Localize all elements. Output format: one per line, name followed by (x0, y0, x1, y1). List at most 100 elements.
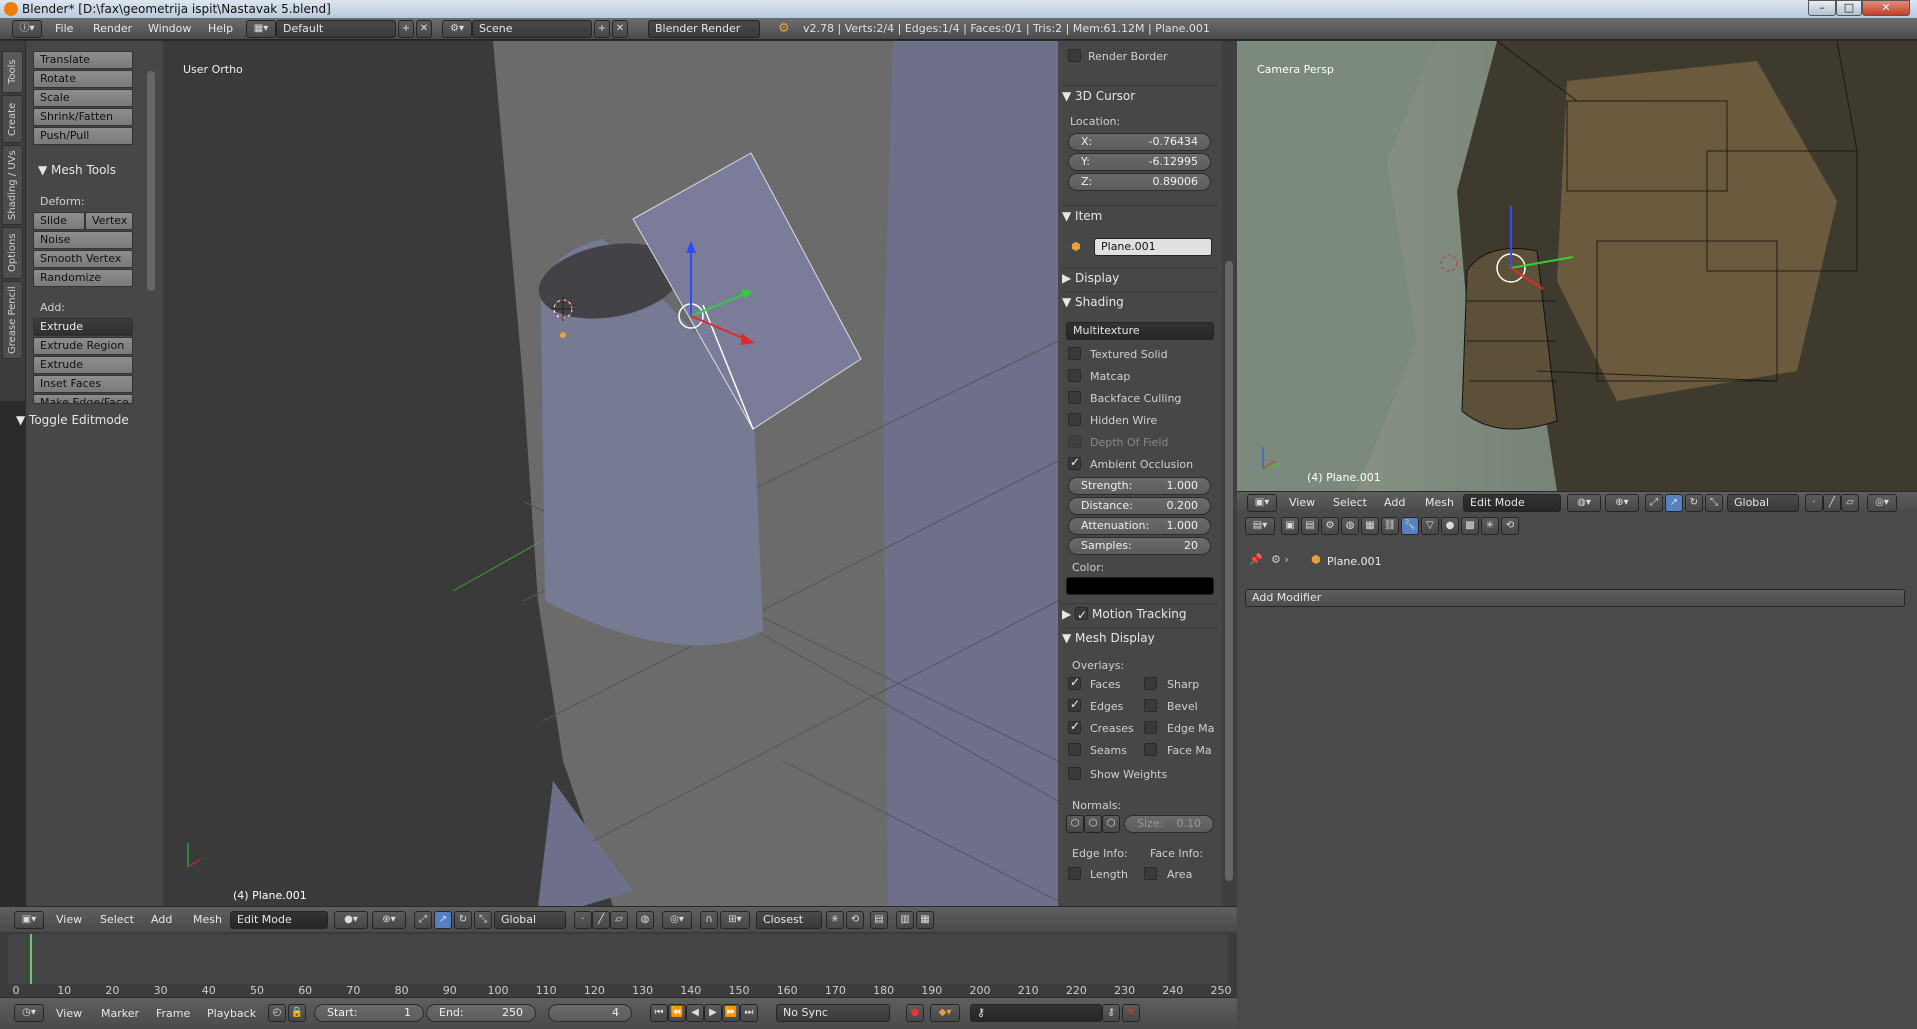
shading-mode-select[interactable]: Multitexture (1066, 322, 1214, 340)
push-pull-button[interactable]: Push/Pull (33, 127, 133, 145)
textured-solid-checkbox[interactable] (1068, 347, 1081, 360)
minimize-button[interactable]: – (1808, 0, 1836, 16)
render-layers-tab-icon[interactable]: ▤ (1301, 517, 1319, 535)
matcap-checkbox[interactable] (1068, 369, 1081, 382)
start-frame-field[interactable]: Start: 1 (314, 1004, 424, 1022)
ao-attenuation-field[interactable]: Attenuation: 1.000 (1068, 517, 1211, 535)
scale-manipulator-icon[interactable]: ⤡ (474, 911, 492, 929)
face-normals-icon[interactable]: ⬡ (1102, 815, 1120, 833)
menu-render[interactable]: Render (93, 22, 132, 35)
camera-rotate-icon[interactable]: ↻ (1685, 494, 1703, 512)
viewport-shading-icon[interactable]: ●▾ (334, 911, 368, 929)
item-name-field[interactable]: Plane.001 (1094, 238, 1212, 256)
render-border-checkbox[interactable] (1068, 49, 1081, 62)
menu-help[interactable]: Help (208, 22, 233, 35)
jump-start-icon[interactable]: ⏮ (650, 1004, 668, 1022)
view-menu[interactable]: View (56, 913, 82, 926)
texture-tab-icon[interactable]: ▩ (1461, 517, 1479, 535)
tab-tools[interactable]: Tools (2, 51, 23, 93)
timeline-area[interactable]: 0 10 20 30 40 50 60 70 80 90 100 110 120 130 140 150 160… (0, 932, 1237, 997)
camera-proportional-icon[interactable]: ◎▾ (1867, 494, 1897, 512)
timeline-frame-menu[interactable]: Frame (156, 1007, 190, 1020)
editor-type-icon[interactable]: ⓘ▾ (12, 20, 42, 38)
timeline-editor-icon[interactable]: ◷▾ (14, 1004, 44, 1022)
add-modifier-select[interactable]: Add Modifier (1245, 589, 1905, 607)
length-checkbox[interactable] (1068, 867, 1081, 880)
timeline-view-menu[interactable]: View (56, 1007, 82, 1020)
data-tab-icon[interactable]: ▽ (1421, 517, 1439, 535)
ao-distance-field[interactable]: Distance: 0.200 (1068, 497, 1211, 515)
vertex-normals-icon[interactable]: ⬡ (1066, 815, 1084, 833)
material-tab-icon[interactable]: ● (1441, 517, 1459, 535)
tab-shading-uvs[interactable]: Shading / UVs (2, 145, 23, 225)
timeline-playback-menu[interactable]: Playback (207, 1007, 256, 1020)
camera-translate-icon[interactable]: ↗ (1665, 494, 1683, 512)
creases-checkbox[interactable] (1068, 719, 1081, 734)
limit-selection-icon[interactable]: ◍ (636, 911, 654, 929)
item-header[interactable]: ▼ Item (1062, 205, 1218, 225)
cursor-y-field[interactable]: Y: -6.12995 (1068, 153, 1211, 171)
close-button[interactable]: ✕ (1862, 0, 1910, 16)
scene-icon[interactable]: ⚙▾ (442, 20, 472, 38)
render-preview-icon[interactable]: ▤ (870, 911, 888, 929)
cursor-x-field[interactable]: X: -0.76434 (1068, 133, 1211, 151)
rotate-button[interactable]: Rotate (33, 70, 133, 88)
camera-view-menu[interactable]: View (1289, 496, 1315, 509)
seams-checkbox[interactable] (1068, 743, 1081, 756)
camera-scale-icon[interactable]: ⤡ (1705, 494, 1723, 512)
play-reverse-icon[interactable]: ◀ (686, 1004, 704, 1022)
preview-range-icon[interactable]: ◴ (268, 1004, 286, 1022)
snap-toggle-icon[interactable]: ∩ (700, 911, 718, 929)
select-menu[interactable]: Select (100, 913, 134, 926)
faces-checkbox[interactable] (1068, 675, 1081, 690)
motion-tracking-header[interactable]: ▶ Motion Tracking (1062, 603, 1218, 625)
toggle-editmode-header[interactable]: ▼ Toggle Editmode (16, 413, 129, 427)
lock-range-icon[interactable]: 🔒 (288, 1004, 306, 1022)
timeline-marker-menu[interactable]: Marker (101, 1007, 139, 1020)
tab-options[interactable]: Options (2, 227, 23, 279)
remove-layout-icon[interactable]: ✕ (416, 20, 432, 38)
snap-project-icon[interactable]: ⟲ (846, 911, 864, 929)
keying-set-icon[interactable]: ◆▾ (930, 1004, 960, 1022)
orientation-select[interactable]: Global (494, 911, 566, 929)
extrude-region-button[interactable]: Extrude Region (33, 337, 133, 355)
edge-marks-checkbox[interactable] (1144, 721, 1157, 734)
pin-icon[interactable]: 📌 (1249, 553, 1263, 566)
depth-of-field-checkbox[interactable] (1068, 435, 1081, 448)
extrude-button[interactable]: Extrude (33, 318, 133, 336)
current-frame-marker[interactable] (30, 934, 32, 984)
mesh-menu[interactable]: Mesh (193, 913, 222, 926)
camera-orientation-select[interactable]: Global (1727, 494, 1799, 512)
render-engine-select[interactable]: Blender Render (648, 20, 760, 38)
shrink-fatten-button[interactable]: Shrink/Fatten (33, 108, 133, 126)
proportional-edit-icon[interactable]: ◎▾ (662, 911, 692, 929)
motion-tracking-checkbox[interactable] (1075, 605, 1089, 625)
jump-end-icon[interactable]: ⏭ (740, 1004, 758, 1022)
scene-tab-icon[interactable]: ⚙ (1321, 517, 1339, 535)
mode-select[interactable]: Edit Mode (230, 911, 328, 929)
screen-layout-icon[interactable]: ▦▾ (246, 20, 276, 38)
normal-size-field[interactable]: Size: 0.10 (1124, 815, 1214, 833)
area-checkbox[interactable] (1144, 867, 1157, 880)
camera-edge-select-icon[interactable]: ╱ (1823, 494, 1841, 512)
opengl-render-icon[interactable]: ▥ (896, 911, 914, 929)
extrude-individual-button[interactable]: Extrude Individual (33, 356, 133, 387)
jump-keyframe-forward-icon[interactable]: ⏩ (722, 1004, 740, 1022)
toolshelf-scrollbar[interactable] (147, 71, 155, 291)
properties-editor-icon[interactable]: ▤▾ (1245, 517, 1275, 535)
slide-vertex-button[interactable]: Vertex (85, 212, 133, 230)
jump-keyframe-back-icon[interactable]: ⏪ (668, 1004, 686, 1022)
snap-element-icon[interactable]: ⊞▾ (720, 911, 750, 929)
camera-pivot-icon[interactable]: ⊕▾ (1605, 494, 1639, 512)
camera-mode-select[interactable]: Edit Mode (1463, 494, 1561, 512)
maximize-button[interactable]: □ (1836, 0, 1862, 16)
end-frame-field[interactable]: End: 250 (426, 1004, 536, 1022)
snap-target-select[interactable]: Closest (756, 911, 822, 929)
object-tab-icon[interactable]: ▦ (1361, 517, 1379, 535)
face-select-icon[interactable]: ▱ (610, 911, 628, 929)
opengl-anim-icon[interactable]: ▦ (916, 911, 934, 929)
add-layout-icon[interactable]: + (398, 20, 414, 38)
ao-color-swatch[interactable] (1066, 577, 1214, 595)
constraints-tab-icon[interactable]: ⛓ (1381, 517, 1399, 535)
particles-tab-icon[interactable]: ✳ (1481, 517, 1499, 535)
